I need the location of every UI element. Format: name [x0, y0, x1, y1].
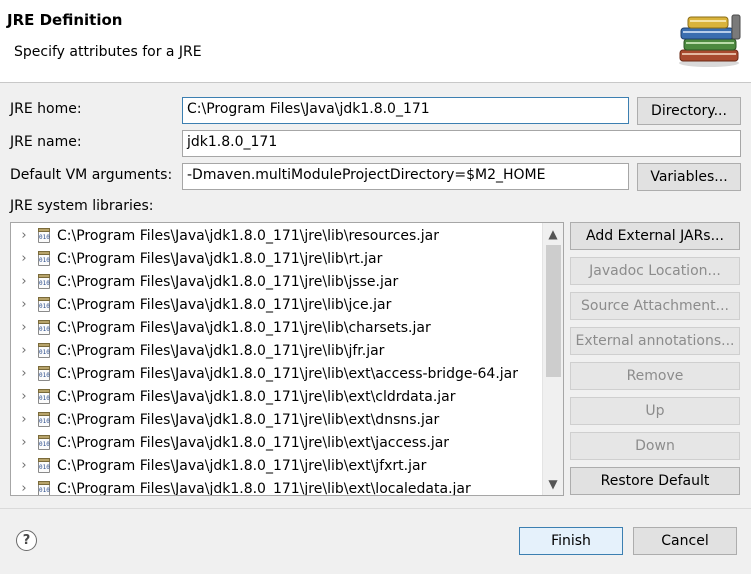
library-row[interactable]: › 010 C:\Program Files\Java\jdk1.8.0_171\j…: [11, 454, 543, 477]
scroll-thumb[interactable]: [546, 245, 561, 377]
footer-separator: [0, 508, 751, 509]
library-path: C:\Program Files\Java\jdk1.8.0_171\jre\l…: [57, 342, 385, 359]
jar-file-icon: 010: [37, 296, 51, 313]
library-path: C:\Program Files\Java\jdk1.8.0_171\jre\l…: [57, 411, 440, 428]
remove-button[interactable]: Remove: [570, 362, 740, 390]
expand-chevron-icon[interactable]: ›: [11, 435, 37, 450]
jre-name-field[interactable]: jdk1.8.0_171: [182, 130, 741, 157]
library-path: C:\Program Files\Java\jdk1.8.0_171\jre\l…: [57, 480, 471, 496]
dialog-header: JRE Definition Specify attributes for a …: [0, 0, 751, 83]
expand-chevron-icon[interactable]: ›: [11, 389, 37, 404]
jar-file-icon: 010: [37, 434, 51, 451]
library-row[interactable]: › 010 C:\Program Files\Java\jdk1.8.0_171\j…: [11, 293, 543, 316]
expand-chevron-icon[interactable]: ›: [11, 251, 37, 266]
cancel-button[interactable]: Cancel: [633, 527, 737, 555]
library-row[interactable]: › 010 C:\Program Files\Java\jdk1.8.0_171\j…: [11, 247, 543, 270]
finish-button[interactable]: Finish: [519, 527, 623, 555]
library-row[interactable]: › 010 C:\Program Files\Java\jdk1.8.0_171\j…: [11, 316, 543, 339]
variables-button[interactable]: Variables...: [637, 163, 741, 191]
jar-file-icon: 010: [37, 227, 51, 244]
down-button[interactable]: Down: [570, 432, 740, 460]
library-path: C:\Program Files\Java\jdk1.8.0_171\jre\l…: [57, 250, 383, 267]
library-row[interactable]: › 010 C:\Program Files\Java\jdk1.8.0_171\j…: [11, 408, 543, 431]
expand-chevron-icon[interactable]: ›: [11, 228, 37, 243]
jar-file-icon: 010: [37, 250, 51, 267]
javadoc-location-button[interactable]: Javadoc Location...: [570, 257, 740, 285]
library-row[interactable]: › 010 C:\Program Files\Java\jdk1.8.0_171\j…: [11, 431, 543, 454]
jre-home-field[interactable]: C:\Program Files\Java\jdk1.8.0_171: [182, 97, 629, 124]
library-row[interactable]: › 010 C:\Program Files\Java\jdk1.8.0_171\j…: [11, 224, 543, 247]
library-path: C:\Program Files\Java\jdk1.8.0_171\jre\l…: [57, 434, 450, 451]
external-annotations-button[interactable]: External annotations...: [570, 327, 740, 355]
dialog-title: JRE Definition: [7, 11, 123, 29]
library-row[interactable]: › 010 C:\Program Files\Java\jdk1.8.0_171\j…: [11, 339, 543, 362]
library-path: C:\Program Files\Java\jdk1.8.0_171\jre\l…: [57, 273, 399, 290]
expand-chevron-icon[interactable]: ›: [11, 412, 37, 427]
jre-home-label: JRE home:: [10, 101, 82, 117]
jar-file-icon: 010: [37, 273, 51, 290]
jar-file-icon: 010: [37, 342, 51, 359]
jar-file-icon: 010: [37, 388, 51, 405]
jre-name-label: JRE name:: [10, 134, 82, 150]
library-path: C:\Program Files\Java\jdk1.8.0_171\jre\l…: [57, 319, 431, 336]
help-icon[interactable]: ?: [16, 530, 37, 551]
jar-file-icon: 010: [37, 480, 51, 495]
vm-args-label: Default VM arguments:: [10, 167, 173, 183]
expand-chevron-icon[interactable]: ›: [11, 458, 37, 473]
jre-libraries-tree[interactable]: › 010 C:\Program Files\Java\jdk1.8.0_171\j…: [10, 222, 564, 496]
library-row[interactable]: › 010 C:\Program Files\Java\jdk1.8.0_171\j…: [11, 362, 543, 385]
jar-file-icon: 010: [37, 319, 51, 336]
library-path: C:\Program Files\Java\jdk1.8.0_171\jre\l…: [57, 388, 456, 405]
library-path: C:\Program Files\Java\jdk1.8.0_171\jre\l…: [57, 296, 392, 313]
library-row[interactable]: › 010 C:\Program Files\Java\jdk1.8.0_171\j…: [11, 477, 543, 496]
expand-chevron-icon[interactable]: ›: [11, 481, 37, 495]
library-books-icon: [676, 12, 742, 68]
tree-scrollbar[interactable]: ▲ ▼: [542, 223, 563, 495]
source-attachment-button[interactable]: Source Attachment...: [570, 292, 740, 320]
library-path: C:\Program Files\Java\jdk1.8.0_171\jre\l…: [57, 365, 518, 382]
expand-chevron-icon[interactable]: ›: [11, 366, 37, 381]
jar-file-icon: 010: [37, 457, 51, 474]
expand-chevron-icon[interactable]: ›: [11, 320, 37, 335]
jar-file-icon: 010: [37, 411, 51, 428]
add-external-jars-button[interactable]: Add External JARs...: [570, 222, 740, 250]
directory-button[interactable]: Directory...: [637, 97, 741, 125]
expand-chevron-icon[interactable]: ›: [11, 274, 37, 289]
scroll-up-arrow-icon[interactable]: ▲: [543, 224, 563, 244]
library-row[interactable]: › 010 C:\Program Files\Java\jdk1.8.0_171\j…: [11, 385, 543, 408]
expand-chevron-icon[interactable]: ›: [11, 343, 37, 358]
scroll-down-arrow-icon[interactable]: ▼: [543, 474, 563, 494]
library-path: C:\Program Files\Java\jdk1.8.0_171\jre\l…: [57, 227, 439, 244]
restore-default-button[interactable]: Restore Default: [570, 467, 740, 495]
dialog-description: Specify attributes for a JRE: [14, 44, 202, 60]
up-button[interactable]: Up: [570, 397, 740, 425]
library-path: C:\Program Files\Java\jdk1.8.0_171\jre\l…: [57, 457, 427, 474]
jar-file-icon: 010: [37, 365, 51, 382]
vm-args-field[interactable]: -Dmaven.multiModuleProjectDirectory=$M2_…: [182, 163, 629, 190]
library-row[interactable]: › 010 C:\Program Files\Java\jdk1.8.0_171\j…: [11, 270, 543, 293]
expand-chevron-icon[interactable]: ›: [11, 297, 37, 312]
jre-libraries-label: JRE system libraries:: [10, 198, 154, 214]
